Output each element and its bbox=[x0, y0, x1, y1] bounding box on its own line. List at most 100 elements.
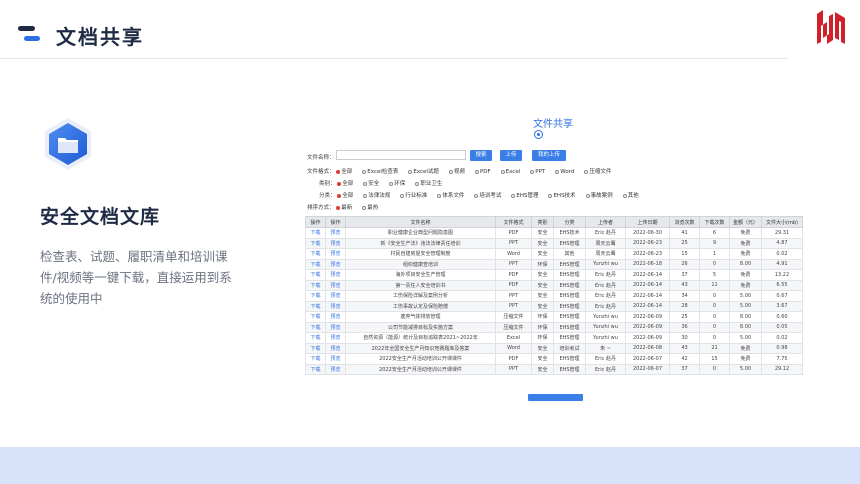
classify-option[interactable]: 其他 bbox=[622, 191, 639, 199]
radio-icon[interactable] bbox=[336, 205, 341, 210]
my-upload-button[interactable]: 我的上传 bbox=[532, 150, 566, 161]
column-header[interactable]: 类别 bbox=[531, 216, 554, 228]
radio-icon[interactable] bbox=[408, 169, 413, 174]
download-link[interactable]: 下载 bbox=[305, 248, 326, 260]
classify-option[interactable]: 事故案例 bbox=[585, 191, 613, 199]
radio-icon[interactable] bbox=[363, 181, 368, 186]
radio-icon[interactable] bbox=[400, 193, 405, 198]
download-link[interactable]: 下载 bbox=[305, 311, 326, 323]
column-header[interactable]: 文件大小(mb) bbox=[761, 216, 803, 228]
classify-option[interactable]: 全部 bbox=[337, 191, 353, 199]
sort-option[interactable]: 最热 bbox=[362, 203, 378, 211]
column-header[interactable]: 浏览次数 bbox=[669, 216, 700, 228]
sort-option[interactable]: 最新 bbox=[336, 203, 352, 211]
filename-input[interactable] bbox=[336, 150, 466, 160]
column-header[interactable]: 操作 bbox=[325, 216, 346, 228]
radio-icon[interactable] bbox=[362, 169, 367, 174]
preview-link[interactable]: 预览 bbox=[325, 258, 346, 270]
classify-option[interactable]: 体系文件 bbox=[437, 191, 464, 199]
table-cell: PPT bbox=[495, 237, 532, 249]
radio-icon[interactable] bbox=[500, 169, 505, 174]
download-link[interactable]: 下载 bbox=[305, 290, 326, 302]
classify-option[interactable]: EHS技术 bbox=[548, 191, 576, 199]
column-header[interactable]: 文件格式 bbox=[495, 216, 532, 228]
radio-icon[interactable] bbox=[337, 193, 342, 198]
radio-icon[interactable] bbox=[585, 193, 590, 198]
radio-icon[interactable] bbox=[548, 193, 553, 198]
download-link[interactable]: 下载 bbox=[305, 363, 326, 375]
format-option[interactable]: Excel bbox=[500, 169, 520, 175]
category-option[interactable]: 安全 bbox=[363, 179, 379, 187]
table-cell: 1 bbox=[699, 248, 730, 260]
preview-link[interactable]: 预览 bbox=[325, 300, 346, 312]
preview-link[interactable]: 预览 bbox=[325, 237, 346, 249]
classify-option[interactable]: 法律法规 bbox=[363, 191, 390, 199]
format-option[interactable]: Word bbox=[555, 169, 574, 175]
radio-icon[interactable] bbox=[622, 193, 627, 198]
radio-icon[interactable] bbox=[584, 169, 589, 174]
format-option[interactable]: Excel试题 bbox=[408, 167, 439, 175]
pager-dot-icon[interactable] bbox=[534, 130, 543, 139]
sort-option-label: 最热 bbox=[367, 205, 379, 211]
radio-icon[interactable] bbox=[362, 205, 367, 210]
radio-icon[interactable] bbox=[448, 169, 453, 174]
column-header[interactable]: 下载次数 bbox=[699, 216, 730, 228]
preview-link[interactable]: 预览 bbox=[325, 269, 346, 281]
radio-icon[interactable] bbox=[363, 193, 368, 198]
bottom-scroll-bar[interactable] bbox=[528, 394, 583, 401]
preview-link[interactable]: 预览 bbox=[325, 321, 346, 333]
radio-icon[interactable] bbox=[511, 193, 516, 198]
radio-icon[interactable] bbox=[337, 181, 342, 186]
download-link[interactable]: 下载 bbox=[305, 332, 326, 344]
preview-link[interactable]: 预览 bbox=[325, 290, 346, 302]
preview-link[interactable]: 预览 bbox=[325, 311, 346, 323]
download-link[interactable]: 下载 bbox=[305, 300, 326, 312]
column-header[interactable]: 操作 bbox=[305, 216, 326, 228]
search-button[interactable]: 搜索 bbox=[470, 150, 492, 161]
format-option[interactable]: 视频 bbox=[448, 167, 465, 175]
radio-icon[interactable] bbox=[415, 181, 420, 186]
classify-option[interactable]: 培训考试 bbox=[474, 191, 501, 199]
preview-link[interactable]: 预览 bbox=[325, 342, 346, 354]
download-link[interactable]: 下载 bbox=[305, 237, 326, 249]
preview-link[interactable]: 预览 bbox=[325, 353, 346, 365]
radio-icon[interactable] bbox=[389, 181, 394, 186]
category-option-label: 安全 bbox=[368, 181, 380, 187]
radio-icon[interactable] bbox=[474, 169, 479, 174]
radio-icon[interactable] bbox=[555, 169, 560, 174]
column-header[interactable]: 上传日期 bbox=[625, 216, 670, 228]
category-option[interactable]: 全部 bbox=[337, 179, 353, 187]
radio-icon[interactable] bbox=[530, 169, 535, 174]
classify-option[interactable]: EHS管理 bbox=[511, 191, 538, 199]
column-header[interactable]: 上传者 bbox=[585, 216, 626, 228]
download-link[interactable]: 下载 bbox=[305, 258, 326, 270]
format-option[interactable]: PPT bbox=[530, 169, 545, 175]
format-option[interactable]: 压缩文件 bbox=[584, 167, 611, 175]
radio-icon[interactable] bbox=[336, 169, 341, 174]
column-header[interactable]: 金额（元） bbox=[729, 216, 762, 228]
preview-link[interactable]: 预览 bbox=[325, 363, 346, 375]
radio-icon[interactable] bbox=[437, 193, 442, 198]
column-header[interactable]: 文件名称 bbox=[345, 216, 496, 228]
panel-pager[interactable] bbox=[534, 130, 543, 139]
format-option[interactable]: 全部 bbox=[336, 167, 352, 175]
category-option[interactable]: 职业卫生 bbox=[415, 179, 442, 187]
download-link[interactable]: 下载 bbox=[305, 227, 326, 239]
download-link[interactable]: 下载 bbox=[305, 269, 326, 281]
download-link[interactable]: 下载 bbox=[305, 321, 326, 333]
download-link[interactable]: 下载 bbox=[305, 342, 326, 354]
table-cell: 5.00 bbox=[729, 300, 762, 312]
preview-link[interactable]: 预览 bbox=[325, 248, 346, 260]
radio-icon[interactable] bbox=[474, 193, 479, 198]
format-option[interactable]: Excel检查表 bbox=[362, 167, 398, 175]
preview-link[interactable]: 预览 bbox=[325, 332, 346, 344]
classify-option[interactable]: 行业标准 bbox=[400, 191, 427, 199]
download-link[interactable]: 下载 bbox=[305, 353, 326, 365]
preview-link[interactable]: 预览 bbox=[325, 279, 346, 291]
column-header[interactable]: 分类 bbox=[553, 216, 586, 228]
download-link[interactable]: 下载 bbox=[305, 279, 326, 291]
format-option[interactable]: PDF bbox=[474, 169, 491, 175]
preview-link[interactable]: 预览 bbox=[325, 227, 346, 239]
category-option[interactable]: 环保 bbox=[389, 179, 405, 187]
upload-button[interactable]: 上传 bbox=[500, 150, 522, 161]
